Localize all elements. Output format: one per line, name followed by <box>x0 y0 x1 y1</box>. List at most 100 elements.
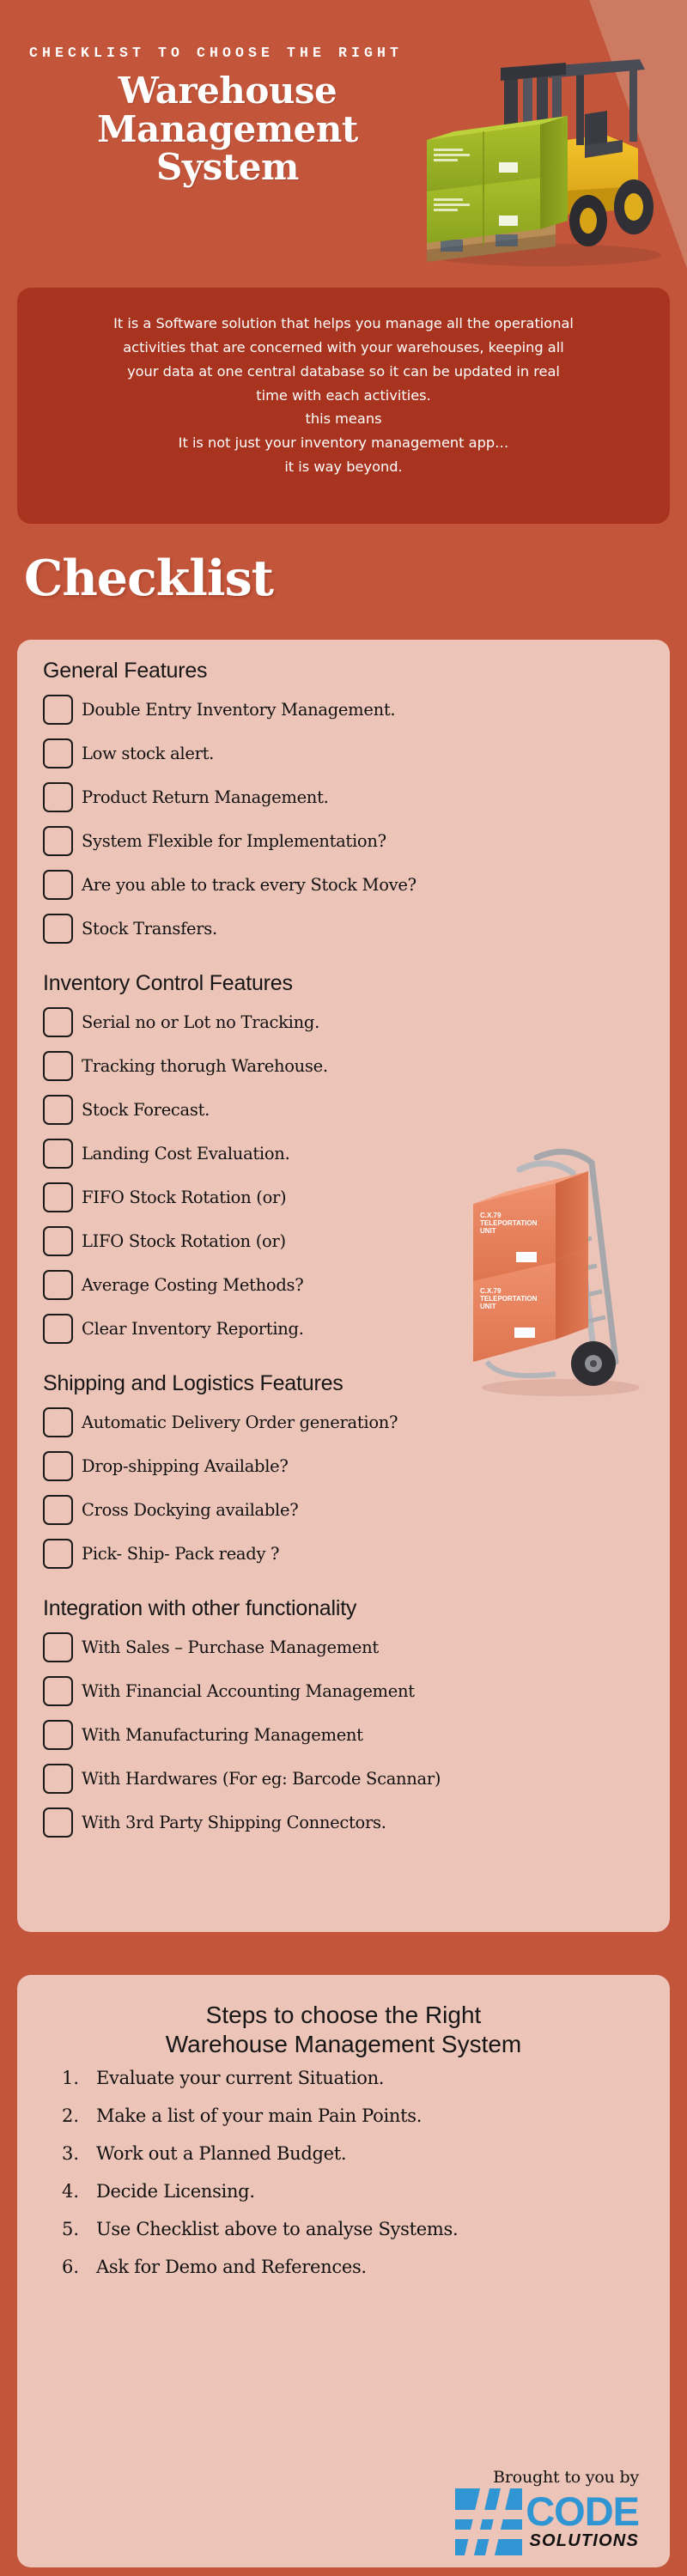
checkbox[interactable] <box>43 1539 73 1569</box>
checkbox[interactable] <box>43 870 73 900</box>
checkbox[interactable] <box>43 738 73 769</box>
checkbox[interactable] <box>43 1676 73 1706</box>
step-item: 3. Work out a Planned Budget. <box>62 2143 644 2181</box>
checkbox[interactable] <box>43 914 73 944</box>
checklist-section: General Features Double Entry Inventory M… <box>43 659 644 951</box>
step-item: 1. Evaluate your current Situation. <box>62 2068 644 2105</box>
checklist-item-label: LIFO Stock Rotation (or) <box>82 1231 286 1251</box>
checklist-row[interactable]: With Financial Accounting Management <box>43 1669 644 1713</box>
checkbox[interactable] <box>43 1632 73 1662</box>
intro-card: It is a Software solution that helps you… <box>17 288 670 524</box>
steps-title-line2: Warehouse Management System <box>165 2031 522 2058</box>
checkbox[interactable] <box>43 1095 73 1125</box>
intro-line-6: It is not just your inventory management… <box>178 434 509 452</box>
brand-code-label: CODE <box>526 2488 640 2534</box>
checkbox[interactable] <box>43 1139 73 1169</box>
checkbox[interactable] <box>43 1764 73 1794</box>
intro-line-5: this means <box>305 410 382 428</box>
checklist-row[interactable]: With Sales – Purchase Management <box>43 1625 644 1669</box>
checklist-item-label: Clear Inventory Reporting. <box>82 1319 304 1339</box>
checklist-row[interactable]: Average Costing Methods? <box>43 1263 644 1307</box>
checklist-row[interactable]: Cross Dockying available? <box>43 1488 644 1532</box>
checklist-item-label: Landing Cost Evaluation. <box>82 1144 290 1163</box>
section-title: Integration with other functionality <box>43 1596 357 1620</box>
steps-title-line1: Steps to choose the Right <box>205 2002 482 2028</box>
intro-line-4: time with each activities. <box>256 386 431 404</box>
step-item: 4. Decide Licensing. <box>62 2181 644 2219</box>
checklist-item-label: With Sales – Purchase Management <box>82 1637 379 1657</box>
step-number: 6. <box>62 2257 80 2278</box>
brand-kicker: Brought to you by <box>493 2468 639 2487</box>
checklist-row[interactable]: Low stock alert. <box>43 732 644 775</box>
step-text: Work out a Planned Budget. <box>96 2143 347 2165</box>
section-title: General Features <box>43 659 208 683</box>
checklist-item-label: Product Return Management. <box>82 787 329 807</box>
checklist-row[interactable]: With Manufacturing Management <box>43 1713 644 1757</box>
checklist-item-label: With Financial Accounting Management <box>82 1681 415 1701</box>
step-text: Decide Licensing. <box>96 2181 255 2202</box>
checkbox[interactable] <box>43 1226 73 1256</box>
section-title: Inventory Control Features <box>43 971 293 995</box>
brand-text: CODE SOLUTIONS <box>522 2488 640 2555</box>
checklist-row[interactable]: Pick- Ship- Pack ready ? <box>43 1532 644 1576</box>
checklist-item-label: Pick- Ship- Pack ready ? <box>82 1544 280 1564</box>
step-text: Make a list of your main Pain Points. <box>96 2105 423 2127</box>
page-title-line2: Management <box>97 107 358 150</box>
checklist-item-label: Drop-shipping Available? <box>82 1456 289 1476</box>
checklist-item-label: With Hardwares (For eg: Barcode Scannar) <box>82 1769 441 1789</box>
checkbox[interactable] <box>43 1007 73 1037</box>
checklist-row[interactable]: Stock Transfers. <box>43 907 644 951</box>
hash-icon <box>455 2488 523 2555</box>
checklist-row[interactable]: System Flexible for Implementation? <box>43 819 644 863</box>
checklist-row[interactable]: FIFO Stock Rotation (or) <box>43 1176 644 1219</box>
checkbox[interactable] <box>43 695 73 725</box>
checklist-row[interactable]: Tracking thorugh Warehouse. <box>43 1044 644 1088</box>
checkbox[interactable] <box>43 782 73 812</box>
checklist-row[interactable]: With Hardwares (For eg: Barcode Scannar) <box>43 1757 644 1801</box>
checkbox[interactable] <box>43 1407 73 1437</box>
step-item: 6. Ask for Demo and References. <box>62 2257 644 2294</box>
checklist-item-label: Are you able to track every Stock Move? <box>82 875 416 895</box>
checklist-row[interactable]: Product Return Management. <box>43 775 644 819</box>
checklist-row[interactable]: Double Entry Inventory Management. <box>43 688 644 732</box>
checklist-section: Inventory Control Features Serial no or L… <box>43 971 644 1351</box>
checklist-row[interactable]: Automatic Delivery Order generation? <box>43 1400 644 1444</box>
checkbox[interactable] <box>43 1182 73 1212</box>
intro-line-2: activities that are concerned with your … <box>123 338 564 355</box>
checkbox[interactable] <box>43 1495 73 1525</box>
checkbox[interactable] <box>43 1720 73 1750</box>
step-number: 4. <box>62 2181 80 2202</box>
checklist-item-label: Low stock alert. <box>82 744 215 763</box>
checklist-item-label: FIFO Stock Rotation (or) <box>82 1188 287 1207</box>
checklist-item-label: Double Entry Inventory Management. <box>82 700 396 720</box>
checklist-row[interactable]: With 3rd Party Shipping Connectors. <box>43 1801 644 1844</box>
checkbox[interactable] <box>43 826 73 856</box>
checkbox[interactable] <box>43 1314 73 1344</box>
page-title-line1: Warehouse <box>118 70 337 112</box>
checklist-section: Integration with other functionality With… <box>43 1596 644 1844</box>
intro-text: It is a Software solution that helps you… <box>45 312 642 479</box>
checkbox[interactable] <box>43 1270 73 1300</box>
checkbox[interactable] <box>43 1807 73 1838</box>
checklist-row[interactable]: Are you able to track every Stock Move? <box>43 863 644 907</box>
checklist-section: Shipping and Logistics Features Automatic… <box>43 1371 644 1576</box>
code-solutions-logo[interactable]: CODE SOLUTIONS <box>455 2488 640 2555</box>
step-text: Use Checklist above to analyse Systems. <box>96 2219 459 2240</box>
footer-brand: Brought to you by CODE SOLUTIONS <box>455 2468 640 2555</box>
intro-line-7: it is way beyond. <box>284 459 403 476</box>
step-number: 1. <box>62 2068 80 2089</box>
checkbox[interactable] <box>43 1451 73 1481</box>
intro-line-1: It is a Software solution that helps you… <box>113 315 574 331</box>
checklist-row[interactable]: LIFO Stock Rotation (or) <box>43 1219 644 1263</box>
step-text: Ask for Demo and References. <box>96 2257 367 2278</box>
step-item: 5. Use Checklist above to analyse Systems… <box>62 2219 644 2257</box>
step-item: 2. Make a list of your main Pain Points. <box>62 2105 644 2143</box>
hero-header: CHECKLIST TO CHOOSE THE RIGHT Warehouse … <box>0 0 687 283</box>
checklist-row[interactable]: Stock Forecast. <box>43 1088 644 1132</box>
checklist-row[interactable]: Landing Cost Evaluation. <box>43 1132 644 1176</box>
checklist-row[interactable]: Clear Inventory Reporting. <box>43 1307 644 1351</box>
checklist-row[interactable]: Drop-shipping Available? <box>43 1444 644 1488</box>
steps-list: 1. Evaluate your current Situation. 2. Make… <box>43 2068 644 2294</box>
checklist-row[interactable]: Serial no or Lot no Tracking. <box>43 1000 644 1044</box>
checkbox[interactable] <box>43 1051 73 1081</box>
